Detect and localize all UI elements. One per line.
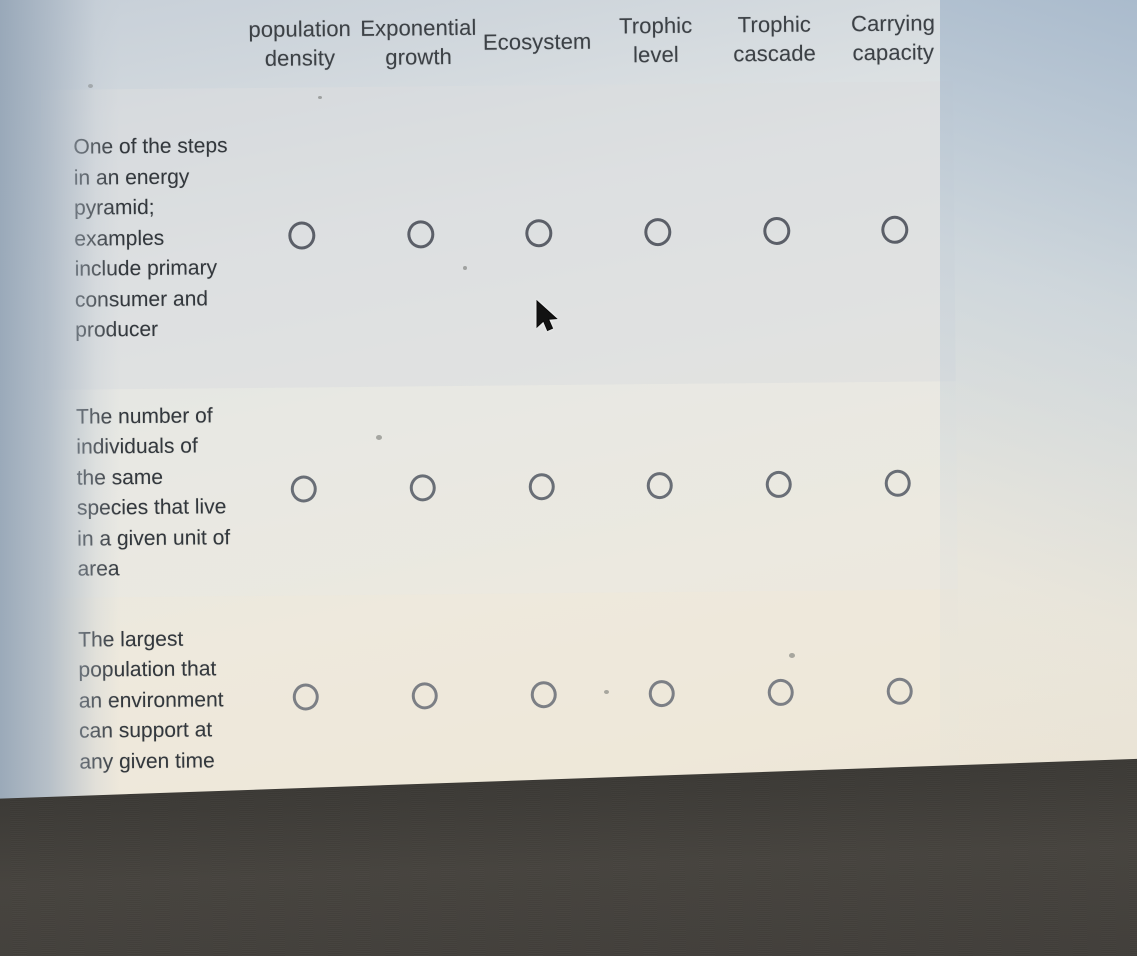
column-header-label: Exponential growth <box>360 14 477 70</box>
column-header-label: population density <box>248 16 352 71</box>
radio-cell-row1-col1[interactable] <box>363 474 482 507</box>
radio-button-icon[interactable] <box>292 683 320 711</box>
radio-button-icon[interactable] <box>528 473 555 501</box>
radio-cell-row0-col5[interactable] <box>836 215 955 249</box>
radio-button-icon[interactable] <box>530 681 557 709</box>
question-prompt: The largest population that an environme… <box>78 627 224 774</box>
radio-cell-row2-col4[interactable] <box>721 678 840 711</box>
radio-button-icon[interactable] <box>886 677 913 705</box>
radio-cell-row0-col1[interactable] <box>361 219 480 253</box>
radio-button-icon[interactable] <box>288 220 316 250</box>
column-header-trophic-level: Trophic level <box>596 11 715 70</box>
radio-cell-row1-col3[interactable] <box>601 471 720 505</box>
radio-button-icon[interactable] <box>644 217 672 246</box>
radio-button-icon[interactable] <box>646 471 674 500</box>
radio-cell-row0-col2[interactable] <box>480 218 599 252</box>
radio-button-icon[interactable] <box>884 469 911 497</box>
radio-cell-row2-col3[interactable] <box>603 679 722 712</box>
radio-cell-row2-col0[interactable] <box>247 683 366 716</box>
column-header-trophic-cascade: Trophic cascade <box>715 9 834 68</box>
table-row: The number of individuals of the same sp… <box>43 381 958 598</box>
radio-button-icon[interactable] <box>406 219 434 248</box>
radio-cell-row1-col2[interactable] <box>482 473 601 506</box>
column-header-population-density: population density <box>240 14 359 73</box>
column-header-label: Ecosystem <box>482 28 592 55</box>
radio-button-icon[interactable] <box>648 679 676 708</box>
radio-cell-row1-col5[interactable] <box>838 469 957 502</box>
column-header-label: Trophic cascade <box>733 11 817 67</box>
radio-button-icon[interactable] <box>762 216 790 245</box>
column-header-label: Carrying capacity <box>850 10 936 66</box>
question-prompt: The number of individuals of the same sp… <box>75 403 231 581</box>
radio-button-icon[interactable] <box>765 470 792 499</box>
header-spacer-cell <box>40 44 240 46</box>
table-row: One of the steps in an energy pyramid; e… <box>40 81 956 390</box>
radio-button-icon[interactable] <box>411 682 438 710</box>
radio-button-icon[interactable] <box>767 678 794 707</box>
radio-cell-row2-col5[interactable] <box>840 677 959 710</box>
column-header-carrying-capacity: Carrying capacity <box>834 8 953 67</box>
radio-cell-row1-col4[interactable] <box>719 470 838 503</box>
matching-quiz-card: population density Exponential growth Ec… <box>40 0 960 806</box>
photo-frame: population density Exponential growth Ec… <box>0 0 1137 956</box>
radio-cell-row0-col4[interactable] <box>717 216 836 250</box>
radio-button-icon[interactable] <box>881 215 909 244</box>
radio-cell-row2-col1[interactable] <box>365 682 484 715</box>
radio-button-icon[interactable] <box>525 218 553 247</box>
radio-button-icon[interactable] <box>290 475 318 503</box>
radio-cell-row2-col2[interactable] <box>484 681 603 714</box>
radio-cell-row0-col0[interactable] <box>242 220 361 254</box>
question-prompt: One of the steps in an energy pyramid; e… <box>73 134 228 342</box>
column-header-label: Trophic level <box>618 12 693 68</box>
column-header-exponential-growth: Exponential growth <box>359 13 478 72</box>
quiz-column-header-row: population density Exponential growth Ec… <box>40 0 953 90</box>
radio-cell-row1-col0[interactable] <box>245 475 364 508</box>
column-header-ecosystem: Ecosystem <box>478 26 597 56</box>
radio-cell-row0-col3[interactable] <box>598 217 717 251</box>
radio-button-icon[interactable] <box>409 474 436 502</box>
